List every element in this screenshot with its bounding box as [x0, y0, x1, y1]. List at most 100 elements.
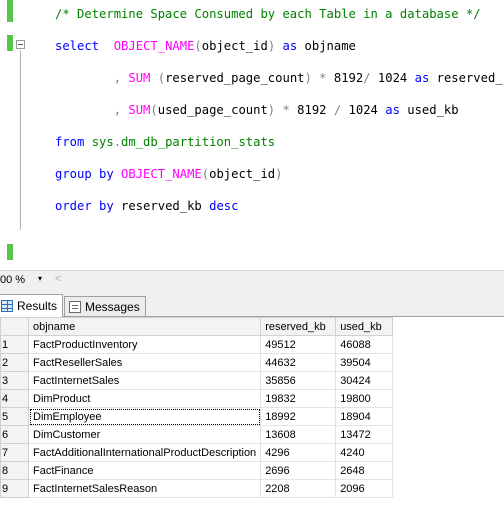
code-token: as: [377, 103, 408, 117]
code-token: /* Determine Space Consumed by each Tabl…: [55, 7, 481, 21]
code-token: SUM: [128, 71, 151, 85]
reserved-kb-cell[interactable]: 44632: [260, 353, 337, 372]
table-row[interactable]: 5 DimEmployee 18992 18904: [0, 407, 394, 426]
code-token: used_page_count: [157, 103, 268, 117]
used-kb-cell[interactable]: 4240: [335, 443, 394, 462]
objname-cell[interactable]: FactAdditionalInternationalProductDescri…: [27, 443, 262, 462]
reserved-kb-cell[interactable]: 49512: [260, 335, 337, 354]
code-token: object_id: [209, 167, 276, 181]
used-kb-cell[interactable]: 2648: [335, 461, 394, 480]
reserved-kb-cell[interactable]: 2696: [260, 461, 337, 480]
objname-cell[interactable]: DimEmployee: [27, 407, 262, 426]
code-token: ): [304, 71, 312, 85]
code-line[interactable]: /* Determine Space Consumed by each Tabl…: [55, 6, 481, 22]
code-token: dm_db_partition_stats: [121, 135, 276, 149]
objname-cell[interactable]: FactResellerSales: [27, 353, 262, 372]
used-kb-cell[interactable]: 2096: [335, 479, 394, 498]
reserved-kb-cell[interactable]: 4296: [260, 443, 337, 462]
chevron-down-icon[interactable]: ▾: [38, 274, 42, 283]
objname-cell[interactable]: DimCustomer: [27, 425, 262, 444]
code-token: as: [275, 39, 305, 53]
row-number-cell[interactable]: 2: [0, 353, 29, 372]
results-tabbar: Results Messages: [0, 289, 504, 317]
table-row[interactable]: 3 FactInternetSales 35856 30424: [0, 371, 394, 390]
code-token: ): [275, 167, 283, 181]
code-token: /: [326, 103, 349, 117]
used-kb-cell[interactable]: 13472: [335, 425, 394, 444]
tab-messages-label: Messages: [85, 299, 140, 314]
tab-results-label: Results: [17, 299, 58, 313]
used-kb-cell[interactable]: 18904: [335, 407, 394, 426]
code-token: SUM: [128, 103, 151, 117]
used-kb-cell[interactable]: 46088: [335, 335, 394, 354]
column-header-objname[interactable]: objname: [27, 317, 262, 336]
editor-status-strip: 00 % ▾ <: [0, 270, 504, 290]
code-token: order by: [55, 199, 122, 213]
row-number-cell[interactable]: 1: [0, 335, 29, 354]
zoom-level[interactable]: 00 %: [0, 274, 25, 286]
change-marker: [7, 35, 13, 51]
row-number-header[interactable]: [0, 317, 29, 336]
table-row[interactable]: 1 FactProductInventory 49512 46088: [0, 335, 394, 354]
query-editor[interactable]: /* Determine Space Consumed by each Tabl…: [0, 0, 504, 270]
objname-cell[interactable]: FactFinance: [27, 461, 262, 480]
code-token: select: [55, 39, 114, 53]
collapse-outline-icon[interactable]: [16, 40, 25, 49]
objname-cell[interactable]: DimProduct: [27, 389, 262, 408]
code-token: reserved_kb: [121, 199, 202, 213]
objname-cell[interactable]: FactProductInventory: [27, 335, 262, 354]
code-line[interactable]: , SUM(used_page_count) * 8192 / 1024 as …: [55, 102, 459, 118]
row-number-cell[interactable]: 3: [0, 371, 29, 390]
table-row[interactable]: 8 FactFinance 2696 2648: [0, 461, 394, 480]
objname-cell[interactable]: FactInternetSales: [27, 371, 262, 390]
change-marker: [7, 0, 13, 22]
messages-icon: [69, 300, 81, 313]
table-row[interactable]: 7 FactAdditionalInternationalProductDescr…: [0, 443, 394, 462]
code-line[interactable]: group by OBJECT_NAME(object_id): [55, 166, 283, 182]
reserved-kb-cell[interactable]: 13608: [260, 425, 337, 444]
row-number-cell[interactable]: 4: [0, 389, 29, 408]
table-row[interactable]: 9 FactInternetSalesReason 2208 2096: [0, 479, 394, 498]
table-row[interactable]: 4 DimProduct 19832 19800: [0, 389, 394, 408]
scroll-left-arrow-icon[interactable]: <: [55, 273, 61, 285]
used-kb-cell[interactable]: 39504: [335, 353, 394, 372]
row-number-cell[interactable]: 7: [0, 443, 29, 462]
code-token: 1024: [348, 103, 378, 117]
code-token: ,: [55, 71, 129, 85]
code-token: (: [201, 167, 210, 181]
code-token: group by: [55, 167, 122, 181]
code-token: .: [113, 135, 122, 149]
code-token: ,: [55, 103, 129, 117]
tab-results[interactable]: Results: [0, 294, 64, 317]
reserved-kb-cell[interactable]: 35856: [260, 371, 337, 390]
code-line[interactable]: order by reserved_kb desc: [55, 198, 238, 214]
code-token: 8192: [297, 103, 327, 117]
grid-header-row: objname reserved_kb used_kb: [0, 317, 394, 336]
reserved-kb-cell[interactable]: 18992: [260, 407, 337, 426]
reserved-kb-cell[interactable]: 19832: [260, 389, 337, 408]
used-kb-cell[interactable]: 30424: [335, 371, 394, 390]
code-line[interactable]: from sys.dm_db_partition_stats: [55, 134, 275, 150]
outline-fold-line: [20, 50, 21, 230]
used-kb-cell[interactable]: 19800: [335, 389, 394, 408]
code-token: (: [194, 39, 202, 53]
row-number-cell[interactable]: 6: [0, 425, 29, 444]
code-line[interactable]: select OBJECT_NAME(object_id) as objname: [55, 38, 356, 54]
row-number-cell[interactable]: 8: [0, 461, 29, 480]
code-token: desc: [201, 199, 239, 213]
row-number-cell[interactable]: 9: [0, 479, 29, 498]
table-row[interactable]: 6 DimCustomer 13608 13472: [0, 425, 394, 444]
code-token: OBJECT_NAME: [113, 39, 195, 53]
change-marker: [7, 244, 13, 260]
code-line[interactable]: , SUM (reserved_page_count) * 8192/ 1024…: [55, 70, 504, 86]
tab-messages[interactable]: Messages: [64, 296, 146, 316]
column-header-reserved-kb[interactable]: reserved_kb: [260, 317, 337, 336]
code-token: OBJECT_NAME: [121, 167, 202, 181]
column-header-used-kb[interactable]: used_kb: [335, 317, 394, 336]
code-token: /: [363, 71, 378, 85]
row-number-cell[interactable]: 5: [0, 407, 29, 426]
table-row[interactable]: 2 FactResellerSales 44632 39504: [0, 353, 394, 372]
reserved-kb-cell[interactable]: 2208: [260, 479, 337, 498]
objname-cell[interactable]: FactInternetSalesReason: [27, 479, 262, 498]
results-grid[interactable]: objname reserved_kb used_kb 1 FactProduct…: [0, 317, 504, 498]
